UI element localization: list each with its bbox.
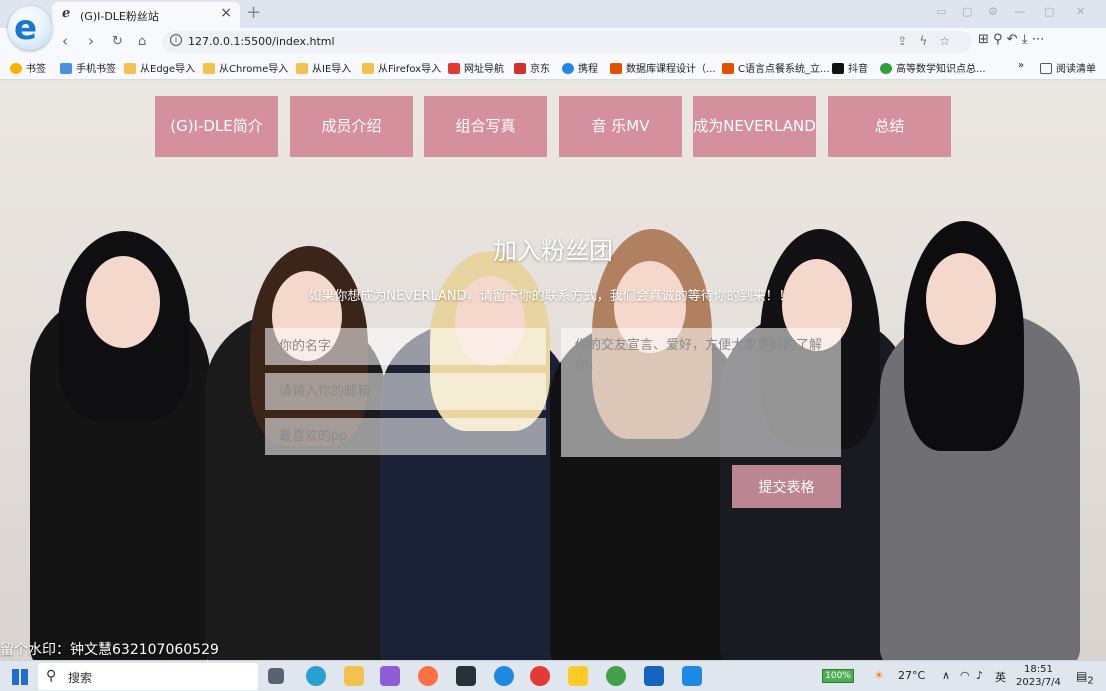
bookmark-item[interactable]: 从IE导入 xyxy=(296,60,351,75)
wechat-icon xyxy=(880,63,892,74)
back-icon[interactable]: ‹ xyxy=(62,32,68,50)
nav-members-button[interactable]: 成员介绍 xyxy=(290,96,413,157)
ctrip-icon xyxy=(562,63,574,74)
weather-icon[interactable]: ☀ xyxy=(874,669,884,682)
nav-photos-button[interactable]: 组合写真 xyxy=(424,96,547,157)
wifi-icon[interactable]: ◠ xyxy=(960,669,970,682)
file-explorer-icon[interactable] xyxy=(344,666,364,686)
battery-indicator[interactable]: 100% xyxy=(822,669,854,683)
window-icon[interactable]: ▭ xyxy=(936,5,946,18)
reading-list[interactable]: 阅读清单 xyxy=(1040,60,1096,75)
bookmark-item[interactable]: 抖音 xyxy=(832,60,868,75)
bookmark-item[interactable]: 网址导航 xyxy=(448,60,504,75)
join-subtitle: 如果你想成为NEVERLAND，请留下你的联系方式，我们会真诚的等待你的到来！！ xyxy=(308,289,792,304)
address-text[interactable]: 127.0.0.1:5500/index.html xyxy=(188,35,335,48)
mysql-icon[interactable] xyxy=(456,666,476,686)
clock[interactable]: 18:51 2023/7/4 xyxy=(1016,663,1061,689)
vscode-icon[interactable] xyxy=(682,666,702,686)
nav-summary-button[interactable]: 总结 xyxy=(828,96,951,157)
c-icon xyxy=(610,63,622,74)
bookmark-item[interactable]: 京东 xyxy=(514,60,550,75)
window-icon[interactable]: ▢ xyxy=(962,5,972,18)
folder-icon xyxy=(296,63,308,74)
jd-icon xyxy=(514,63,526,74)
bookmark-item[interactable]: 数据库课程设计（... xyxy=(610,60,716,75)
home-icon[interactable]: ⌂ xyxy=(138,34,146,49)
nav-mv-button[interactable]: 音 乐MV xyxy=(559,96,682,157)
ie-browser-icon[interactable] xyxy=(494,666,514,686)
notification-count: 2 xyxy=(1087,675,1094,687)
clock-time: 18:51 xyxy=(1024,664,1053,675)
join-title: 加入粉丝团 xyxy=(493,237,613,265)
site-info-icon[interactable]: i xyxy=(170,34,182,46)
bookmark-item[interactable]: 从Edge导入 xyxy=(124,60,195,75)
message-textarea[interactable] xyxy=(561,328,841,457)
email-input[interactable] xyxy=(265,373,546,410)
bookmark-item[interactable]: 携程 xyxy=(562,60,598,75)
task-view-icon[interactable] xyxy=(268,668,284,684)
bookmark-item[interactable]: 高等数学知识点总... xyxy=(880,60,986,75)
nav-icon xyxy=(448,63,460,74)
close-window-icon[interactable]: ✕ xyxy=(1076,5,1085,18)
browser-titlebar: e ℯ (G)I-DLE粉丝站 × + ▭ ▢ ⚙ — □ ✕ xyxy=(0,0,1106,50)
nav-neverland-button[interactable]: 成为NEVERLAND xyxy=(693,96,816,157)
tray-expand-icon[interactable]: ∧ xyxy=(942,669,950,682)
weather-temp[interactable]: 27°C xyxy=(898,669,925,682)
bookmarks-bar: 书签 手机书签 从Edge导入 从Chrome导入 从IE导入 从Firefox… xyxy=(0,56,1106,80)
c-icon xyxy=(722,63,734,74)
folder-icon xyxy=(203,63,215,74)
notification-icon[interactable]: ▤2 xyxy=(1076,669,1094,686)
star-icon xyxy=(10,63,22,74)
maximize-icon[interactable]: □ xyxy=(1044,5,1054,18)
address-actions[interactable]: ⇪ϟ☆ xyxy=(897,34,962,48)
nav-intro-button[interactable]: (G)I-DLE简介 xyxy=(155,96,278,157)
address-bar[interactable]: i 127.0.0.1:5500/index.html ⇪ϟ☆ xyxy=(162,31,972,53)
search-icon: ⚲ xyxy=(46,668,57,684)
favorite-input[interactable] xyxy=(265,418,546,455)
firefox-icon[interactable] xyxy=(418,666,438,686)
tab-close-icon[interactable]: × xyxy=(220,5,232,21)
bookmark-item[interactable]: 手机书签 xyxy=(60,60,116,75)
ime-indicator[interactable]: 英 xyxy=(995,669,1006,685)
folder-icon xyxy=(362,63,374,74)
tab-favicon-icon: ℯ xyxy=(62,6,71,21)
browser-tab[interactable]: ℯ (G)I-DLE粉丝站 × xyxy=(52,2,240,28)
browser-logo-icon: e xyxy=(8,6,52,50)
taskbar-search-label: 搜索 xyxy=(68,671,93,685)
chrome-icon[interactable] xyxy=(530,666,550,686)
bookmark-item[interactable]: 书签 xyxy=(10,60,46,75)
taskbar-search[interactable]: ⚲ 搜索 xyxy=(38,663,258,690)
windows-start-icon[interactable] xyxy=(12,669,28,685)
bookmark-item[interactable]: C语言点餐系统_立... xyxy=(722,60,830,75)
edge-icon[interactable] xyxy=(306,666,326,686)
reading-list-icon xyxy=(1040,63,1052,74)
app-icon[interactable] xyxy=(380,666,400,686)
app-icon[interactable] xyxy=(606,666,626,686)
submit-button[interactable]: 提交表格 xyxy=(732,465,841,508)
name-input[interactable] xyxy=(265,328,546,365)
bookmark-item[interactable]: 从Firefox导入 xyxy=(362,60,441,75)
toolbar-icons[interactable]: ⊞ ⚲ ↶ ⤓ ⋯ xyxy=(978,32,1045,47)
douyin-icon xyxy=(832,63,844,74)
taskbar: ⚲ 搜索 100% ☀ 27°C ∧ ◠ ♪ 英 18:51 2023/7/4 … xyxy=(0,660,1106,691)
new-tab-icon[interactable]: + xyxy=(246,2,261,23)
reload-icon[interactable]: ↻ xyxy=(112,34,123,49)
more-bookmarks-icon[interactable]: » xyxy=(1018,60,1024,71)
phone-icon xyxy=(60,63,72,74)
watermark-text: 留个水印：钟文慧632107060529 xyxy=(0,642,219,658)
minimize-icon[interactable]: — xyxy=(1014,5,1025,18)
clock-date: 2023/7/4 xyxy=(1016,677,1061,688)
forward-icon[interactable]: › xyxy=(88,32,94,50)
page-content: (G)I-DLE简介 成员介绍 组合写真 音 乐MV 成为NEVERLAND 总… xyxy=(0,81,1106,660)
window-icon[interactable]: ⚙ xyxy=(988,5,998,18)
folder-icon[interactable] xyxy=(568,666,588,686)
browser-navbar: ‹ › ↻ ⌂ i 127.0.0.1:5500/index.html ⇪ϟ☆ … xyxy=(0,28,1106,56)
bookmark-item[interactable]: 从Chrome导入 xyxy=(203,60,288,75)
folder-icon xyxy=(124,63,136,74)
volume-icon[interactable]: ♪ xyxy=(976,669,983,682)
tab-title: (G)I-DLE粉丝站 xyxy=(80,10,159,23)
word-icon[interactable] xyxy=(644,666,664,686)
